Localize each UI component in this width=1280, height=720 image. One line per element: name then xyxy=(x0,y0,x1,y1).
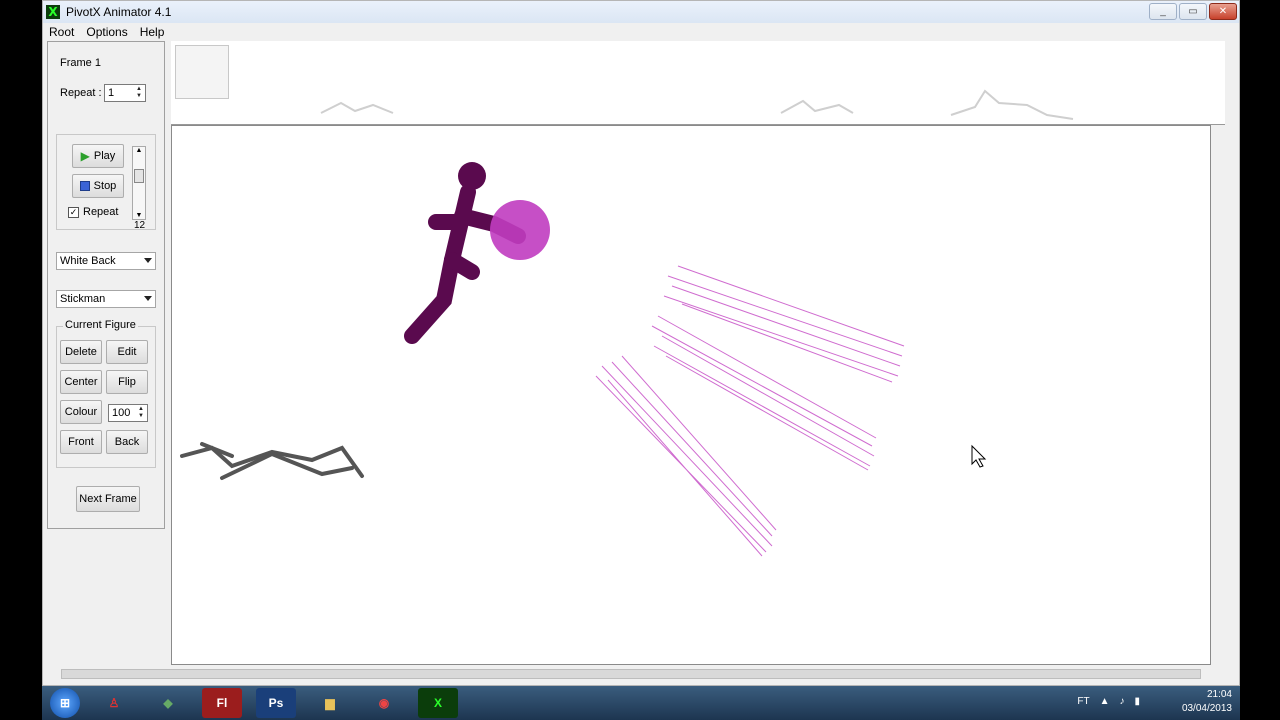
clock[interactable]: 21:04 03/04/2013 xyxy=(1182,688,1232,716)
slider-down-icon[interactable]: ▼ xyxy=(133,212,145,219)
menu-root[interactable]: Root xyxy=(43,25,80,39)
repeat-checkbox[interactable]: ✓ Repeat xyxy=(68,206,118,218)
speed-value: 12 xyxy=(134,220,146,231)
scroll-thumb[interactable] xyxy=(61,669,1201,679)
background-select[interactable]: White Back xyxy=(56,252,156,270)
flash-app-icon[interactable]: Fl xyxy=(202,688,242,718)
volume-icon[interactable]: ♪ xyxy=(1119,696,1124,707)
clock-time: 21:04 xyxy=(1206,689,1232,700)
slider-up-icon[interactable]: ▲ xyxy=(133,147,145,154)
stop-button[interactable]: Stop xyxy=(72,174,124,198)
horizontal-scrollbar[interactable] xyxy=(47,667,1225,681)
delete-button[interactable]: Delete xyxy=(60,340,102,364)
stop-icon xyxy=(79,181,90,191)
spinner-arrows-icon[interactable]: ▲ ▼ xyxy=(136,406,146,420)
cursor-pointer-icon xyxy=(971,444,987,468)
back-button[interactable]: Back xyxy=(106,430,148,454)
play-icon: ▶ xyxy=(80,149,90,163)
figure-select-value: Stickman xyxy=(60,293,106,305)
repeat-value: 1 xyxy=(108,87,115,99)
vertical-scrollbar[interactable] xyxy=(1225,41,1239,667)
menu-bar: Root Options Help xyxy=(43,23,1239,41)
pivot-app-icon[interactable]: X xyxy=(418,688,458,718)
chevron-down-icon xyxy=(144,296,152,301)
window-title: PivotX Animator 4.1 xyxy=(66,5,172,19)
tray-arrow-icon[interactable]: ▲ xyxy=(1100,696,1110,707)
start-button[interactable]: ⊞ xyxy=(50,688,80,718)
repeat-spinner[interactable]: 1 ▲ ▼ xyxy=(104,84,146,102)
window-controls: _ ▭ ✕ xyxy=(1149,3,1237,20)
play-button[interactable]: ▶ Play xyxy=(72,144,124,168)
taskbar: ⊞ ♙ ◆ Fl Ps ▆ ◉ X FT ▲ ♪ ▮ 21:04 03/04/2… xyxy=(42,686,1240,720)
colour-value: 100 xyxy=(112,407,131,419)
repeat-label: Repeat : xyxy=(60,87,102,99)
play-label: Play xyxy=(93,150,116,162)
background-select-value: White Back xyxy=(60,255,116,267)
menu-options[interactable]: Options xyxy=(80,25,133,39)
frame-strip-debris xyxy=(320,89,1074,120)
slider-thumb[interactable] xyxy=(134,169,144,183)
floor-debris xyxy=(180,442,364,480)
clock-date: 03/04/2013 xyxy=(1181,703,1232,714)
energy-ball xyxy=(490,200,550,260)
maximize-button[interactable]: ▭ xyxy=(1179,3,1207,20)
frame-label: Frame 1 xyxy=(60,57,101,69)
center-button[interactable]: Center xyxy=(60,370,102,394)
speed-slider[interactable]: ▲ ▼ xyxy=(132,146,146,220)
app-icon: X xyxy=(46,5,60,19)
close-button[interactable]: ✕ xyxy=(1209,3,1237,20)
canvas-scene xyxy=(180,162,905,557)
frame-strip xyxy=(171,41,1225,125)
spinner-arrows-icon[interactable]: ▲ ▼ xyxy=(134,86,144,100)
chevron-down-icon xyxy=(144,258,152,263)
green-app-icon[interactable]: ◆ xyxy=(148,688,188,718)
system-tray: FT ▲ ♪ ▮ xyxy=(1077,696,1140,707)
front-button[interactable]: Front xyxy=(60,430,102,454)
tray-language[interactable]: FT xyxy=(1077,696,1089,707)
signal-icon[interactable]: ▮ xyxy=(1134,696,1140,707)
colour-spinner[interactable]: 100 ▲ ▼ xyxy=(108,404,148,422)
minimize-button[interactable]: _ xyxy=(1149,3,1177,20)
title-bar: X PivotX Animator 4.1 _ ▭ ✕ xyxy=(43,1,1239,23)
folder-icon[interactable]: ▆ xyxy=(310,688,350,718)
repeat-checkbox-label: Repeat xyxy=(83,206,119,218)
next-frame-button[interactable]: Next Frame xyxy=(76,486,140,512)
menu-help[interactable]: Help xyxy=(134,25,171,39)
edit-button[interactable]: Edit xyxy=(106,340,148,364)
figure-select[interactable]: Stickman xyxy=(56,290,156,308)
control-panel: Frame 1 Repeat : 1 ▲ ▼ ▶ Play Stop ✓ Repe… xyxy=(47,41,165,529)
animation-canvas[interactable] xyxy=(171,125,1211,665)
stickman-app-icon[interactable]: ♙ xyxy=(94,688,134,718)
checkbox-check-icon[interactable]: ✓ xyxy=(68,206,79,218)
photoshop-app-icon[interactable]: Ps xyxy=(256,688,296,718)
stop-label: Stop xyxy=(93,180,117,192)
current-figure-label: Current Figure xyxy=(63,319,138,331)
colour-button[interactable]: Colour xyxy=(60,400,102,424)
energy-beams xyxy=(595,265,905,557)
flip-button[interactable]: Flip xyxy=(106,370,148,394)
app-window: X PivotX Animator 4.1 _ ▭ ✕ Root Options… xyxy=(42,0,1240,686)
chrome-icon[interactable]: ◉ xyxy=(364,688,404,718)
